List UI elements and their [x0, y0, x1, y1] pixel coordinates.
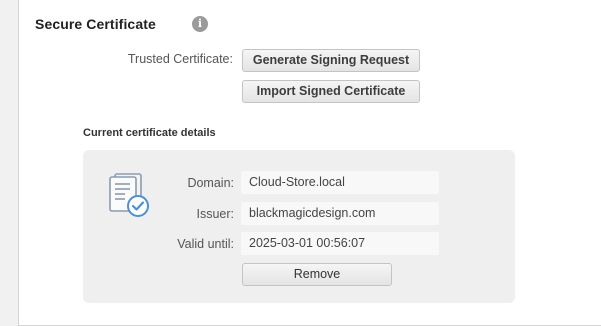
trusted-certificate-label: Trusted Certificate:: [127, 52, 233, 66]
certificate-details-box: Domain: Cloud-Store.local Issuer: blackm…: [83, 150, 515, 303]
issuer-value: blackmagicdesign.com: [241, 202, 439, 225]
valid-until-label: Valid until:: [177, 237, 234, 251]
current-certificate-details-heading: Current certificate details: [83, 127, 216, 139]
issuer-label: Issuer:: [196, 207, 234, 221]
certificate-icon: [109, 173, 149, 217]
import-signed-certificate-button[interactable]: Import Signed Certificate: [242, 80, 420, 103]
generate-signing-request-button[interactable]: Generate Signing Request: [242, 49, 420, 72]
domain-value: Cloud-Store.local: [241, 171, 439, 194]
secure-certificate-panel: Secure Certificate i Trusted Certificate…: [18, 0, 601, 326]
domain-label: Domain:: [187, 176, 234, 190]
section-title: Secure Certificate: [35, 16, 156, 32]
info-icon[interactable]: i: [192, 16, 208, 32]
remove-certificate-button[interactable]: Remove: [242, 263, 392, 286]
valid-until-value: 2025-03-01 00:56:07: [241, 232, 439, 255]
